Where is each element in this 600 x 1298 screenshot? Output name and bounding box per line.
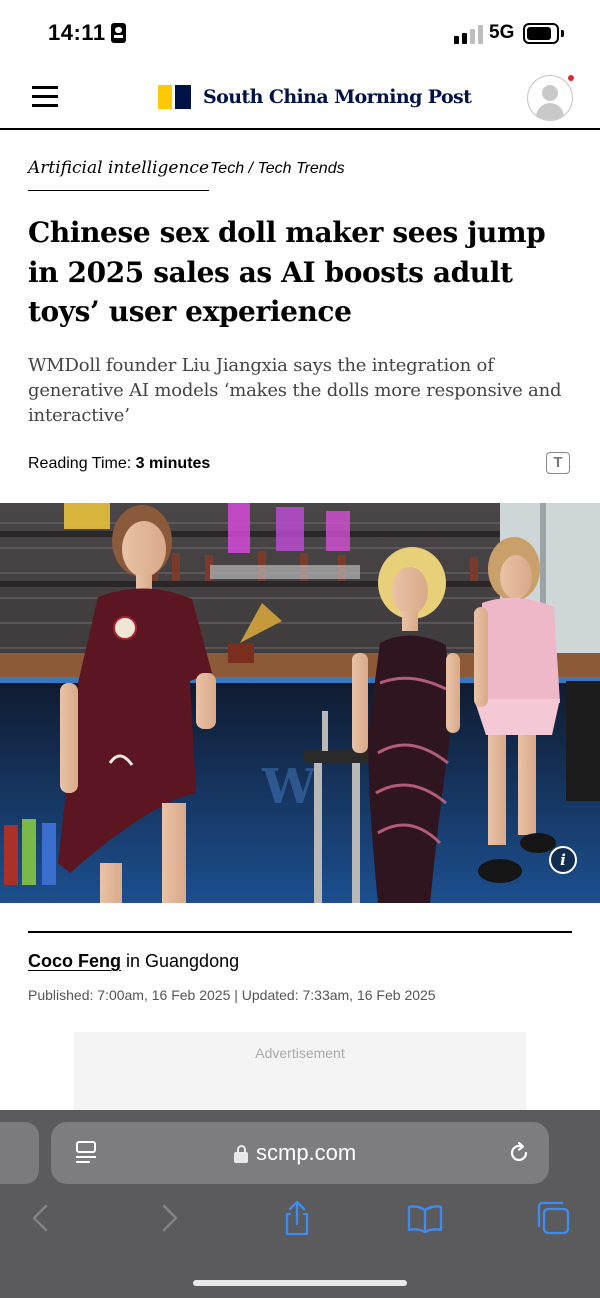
scmp-logo[interactable]: South China Morning Post xyxy=(158,84,472,110)
breadcrumb-tech-trends[interactable]: Tech / Tech Trends xyxy=(210,160,345,178)
previous-tab-preview[interactable] xyxy=(0,1122,39,1184)
battery-level xyxy=(527,27,551,40)
lock-icon xyxy=(234,1145,248,1163)
image-info-icon[interactable]: i xyxy=(549,846,577,874)
article-hero-image[interactable]: W xyxy=(0,503,600,903)
topic-link-artificial-intelligence[interactable]: Artificial intelligence xyxy=(28,158,210,191)
author-link[interactable]: Coco Feng xyxy=(28,951,121,971)
home-indicator[interactable] xyxy=(193,1280,407,1286)
byline: Coco Feng in Guangdong xyxy=(28,951,239,972)
reader-mode-icon[interactable] xyxy=(75,1141,97,1165)
reading-time: Reading Time: 3 minutes xyxy=(28,455,210,473)
site-header: South China Morning Post xyxy=(0,66,600,130)
browser-toolbar: scmp.com xyxy=(0,1110,600,1298)
status-time: 14:11 xyxy=(48,20,106,45)
share-icon[interactable] xyxy=(279,1200,315,1236)
logo-mark-icon xyxy=(158,85,191,109)
url-text[interactable]: scmp.com xyxy=(256,1140,356,1166)
publish-dates: Published: 7:00am, 16 Feb 2025 | Updated… xyxy=(28,987,436,1003)
byline-location: in Guangdong xyxy=(121,951,240,971)
text-size-icon[interactable]: T xyxy=(546,452,570,474)
advertisement-label: Advertisement xyxy=(255,1045,345,1061)
svg-text:W: W xyxy=(261,759,317,815)
forward-arrow-icon[interactable] xyxy=(152,1200,188,1236)
user-avatar-icon[interactable] xyxy=(527,75,573,121)
network-type: 5G xyxy=(489,22,515,43)
battery-tip xyxy=(561,30,564,37)
logo-text: South China Morning Post xyxy=(203,86,472,108)
article-summary: WMDoll founder Liu Jiangxia says the int… xyxy=(28,355,562,426)
address-bar[interactable]: scmp.com xyxy=(51,1122,549,1184)
tabs-icon[interactable] xyxy=(535,1200,571,1236)
advertisement-slot: Advertisement xyxy=(74,1032,526,1112)
reading-time-value: 3 minutes xyxy=(135,455,211,472)
back-arrow-icon[interactable] xyxy=(22,1200,58,1236)
battery-icon xyxy=(523,23,559,44)
notification-dot xyxy=(568,75,574,81)
byline-divider xyxy=(28,931,572,933)
article-headline: Chinese sex doll maker sees jump in 2025… xyxy=(28,216,546,328)
reload-icon[interactable] xyxy=(507,1141,531,1165)
hamburger-menu-icon[interactable] xyxy=(32,86,58,108)
cellular-signal-icon xyxy=(454,24,484,44)
browser-nav-row xyxy=(0,1200,600,1240)
reading-time-label: Reading Time: xyxy=(28,455,132,472)
hero-illustration: W xyxy=(0,503,600,903)
status-bar: 14:11 5G xyxy=(0,0,600,66)
bookmarks-book-icon[interactable] xyxy=(407,1200,443,1236)
id-card-icon xyxy=(111,23,126,43)
